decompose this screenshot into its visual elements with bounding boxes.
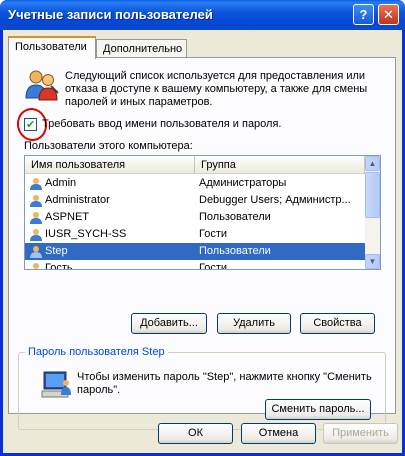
- user-icon: [30, 212, 42, 224]
- users-list-label: Пользователи этого компьютера:: [24, 140, 193, 152]
- password-groupbox: Пароль пользователя Step Чтобы изменить …: [18, 346, 386, 430]
- cancel-button[interactable]: Отмена: [241, 423, 316, 444]
- scrollbar-thumb[interactable]: [365, 172, 380, 218]
- user-icon: [33, 263, 39, 269]
- password-group-title: Пароль пользователя Step: [25, 346, 168, 358]
- user-icon: [30, 229, 42, 241]
- apply-button[interactable]: Применить: [323, 423, 398, 444]
- dialog-window: Учетные записи пользователей ? ✕ Пользов…: [0, 0, 405, 456]
- user-name-cell: IUSR_SYCH-SS: [45, 228, 127, 240]
- user-name-cell: ASPNET: [45, 211, 90, 223]
- add-user-button[interactable]: Добавить...: [131, 313, 207, 334]
- listview-header: Имя пользователя Группа: [25, 156, 365, 174]
- close-button[interactable]: ✕: [378, 4, 399, 25]
- checkmark-icon: ✔: [26, 119, 36, 131]
- table-row[interactable]: ASPNET Пользователи: [25, 209, 365, 226]
- user-group-cell: Debugger Users; Администр...: [199, 194, 351, 206]
- title-bar[interactable]: Учетные записи пользователей ? ✕: [0, 0, 405, 30]
- scroll-down-icon[interactable]: ▼: [365, 254, 380, 269]
- properties-button[interactable]: Свойства: [300, 313, 375, 334]
- user-icon: [30, 195, 42, 207]
- table-row[interactable]: Admin Администраторы: [25, 175, 365, 192]
- window-title: Учетные записи пользователей: [8, 7, 213, 22]
- column-header-group[interactable]: Группа: [195, 156, 365, 174]
- help-button[interactable]: ?: [353, 4, 374, 25]
- users-group-icon: [25, 70, 59, 101]
- password-group-text: Чтобы изменить пароль "Step", нажмите кн…: [77, 371, 372, 396]
- user-group-cell: Пользователи: [199, 211, 271, 223]
- require-login-label[interactable]: Требовать ввод имени пользователя и паро…: [42, 118, 281, 130]
- tab-panel-users: Следующий список используется для предос…: [8, 57, 396, 430]
- dialog-client-area: Пользователи Дополнительно Следующий спи…: [3, 30, 402, 453]
- user-icon: [30, 178, 42, 190]
- remove-user-button[interactable]: Удалить: [217, 313, 291, 334]
- change-password-button[interactable]: Сменить пароль...: [265, 399, 371, 420]
- description-text: Следующий список используется для предос…: [65, 70, 368, 108]
- user-group-cell: Пользователи: [199, 245, 271, 257]
- scroll-up-icon[interactable]: ▲: [365, 156, 380, 171]
- user-name-cell: Step: [45, 245, 68, 257]
- table-row-selected[interactable]: Step Пользователи: [25, 243, 365, 260]
- user-group-cell: Администраторы: [199, 177, 287, 189]
- user-icon: [30, 246, 42, 258]
- table-row[interactable]: IUSR_SYCH-SS Гости: [25, 226, 365, 243]
- user-name-cell: Admin: [45, 177, 77, 189]
- user-name-cell: Administrator: [45, 194, 110, 206]
- users-listview[interactable]: Имя пользователя Группа Admin Администра…: [24, 155, 381, 270]
- require-login-checkbox[interactable]: ✔: [24, 118, 37, 131]
- table-row[interactable]: Гость Гости: [25, 260, 365, 270]
- column-header-username[interactable]: Имя пользователя: [25, 156, 195, 174]
- table-row[interactable]: Administrator Debugger Users; Администр.…: [25, 192, 365, 209]
- user-group-cell: Гости: [199, 228, 228, 240]
- tab-advanced[interactable]: Дополнительно: [96, 39, 187, 58]
- computer-user-icon: [41, 371, 71, 398]
- tab-users[interactable]: Пользователи: [8, 36, 96, 59]
- user-name-cell: Гость: [45, 262, 73, 270]
- ok-button[interactable]: ОК: [158, 423, 233, 444]
- vertical-scrollbar[interactable]: ▲ ▼: [365, 156, 380, 269]
- user-group-cell: Гости: [199, 262, 228, 270]
